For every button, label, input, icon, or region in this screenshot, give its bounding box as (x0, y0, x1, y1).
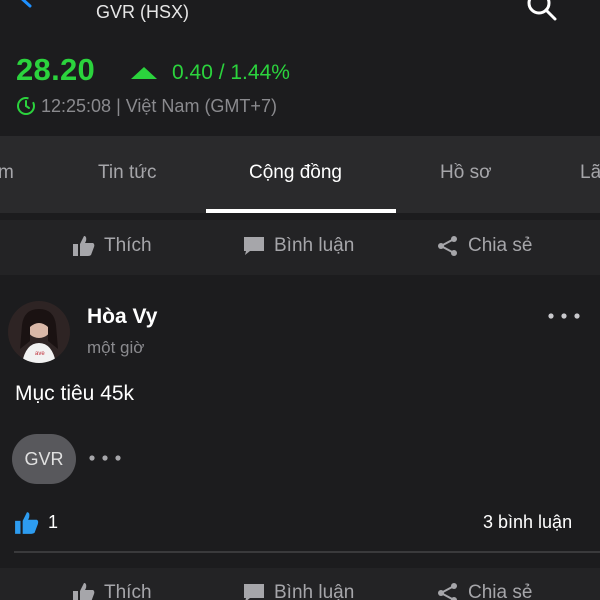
share-label: Chia sẻ (468, 582, 533, 600)
up-triangle-icon (131, 67, 157, 79)
comment-button[interactable]: Bình luận (242, 581, 354, 600)
top-bar (0, 0, 600, 30)
post-actions-previous: Thích Bình luận Chia sẻ (0, 220, 600, 275)
clock-icon (17, 97, 35, 115)
tab-community[interactable]: Cộng đồng (249, 162, 342, 184)
share-button[interactable]: Chia sẻ (436, 234, 532, 258)
avatar[interactable]: ave (8, 301, 70, 363)
divider (14, 551, 600, 553)
page-title: GVR (HSX) (96, 2, 190, 22)
like-button[interactable]: Thích (72, 234, 152, 258)
active-tab-indicator (206, 209, 396, 213)
share-icon (438, 583, 457, 600)
search-icon[interactable] (524, 0, 558, 22)
like-label: Thích (104, 235, 152, 256)
quote-timestamp: 12:25:08 | Việt Nam (GMT+7) (41, 96, 277, 116)
comment-label: Bình luận (274, 235, 355, 256)
svg-text:ave: ave (35, 351, 45, 357)
comment-label: Bình luận (274, 582, 355, 600)
more-tags-icon[interactable] (89, 455, 121, 461)
comment-icon (244, 237, 264, 255)
stock-tag[interactable]: GVR (12, 434, 76, 484)
price-change: 0.40 / 1.44% (172, 61, 290, 84)
thumbs-up-icon (73, 583, 95, 600)
thumbs-up-icon (73, 236, 95, 256)
more-icon[interactable] (548, 313, 580, 319)
tab-partial-right[interactable]: Lã (580, 162, 600, 184)
post-content: Mục tiêu 45k (15, 382, 135, 405)
post-actions: Thích Bình luận Chia sẻ (0, 568, 600, 600)
tab-news[interactable]: Tin tức (98, 162, 156, 184)
back-icon[interactable] (14, 0, 36, 8)
share-button[interactable]: Chia sẻ (436, 581, 532, 600)
tab-partial-left[interactable]: m (0, 162, 14, 184)
post-time: một giờ (87, 338, 145, 357)
tab-profile[interactable]: Hồ sơ (440, 162, 492, 184)
comment-icon (244, 584, 264, 600)
share-label: Chia sẻ (468, 235, 533, 256)
share-icon (438, 236, 457, 256)
like-count: 1 (48, 512, 59, 532)
post-author[interactable]: Hòa Vy (87, 305, 157, 329)
avatar-image: ave (8, 301, 70, 363)
last-price: 28.20 (16, 52, 96, 87)
thumbs-up-icon (15, 512, 39, 534)
comment-count[interactable]: 3 bình luận (483, 512, 572, 533)
comment-button[interactable]: Bình luận (242, 234, 354, 258)
like-label: Thích (104, 582, 152, 600)
like-button[interactable]: Thích (72, 581, 152, 600)
